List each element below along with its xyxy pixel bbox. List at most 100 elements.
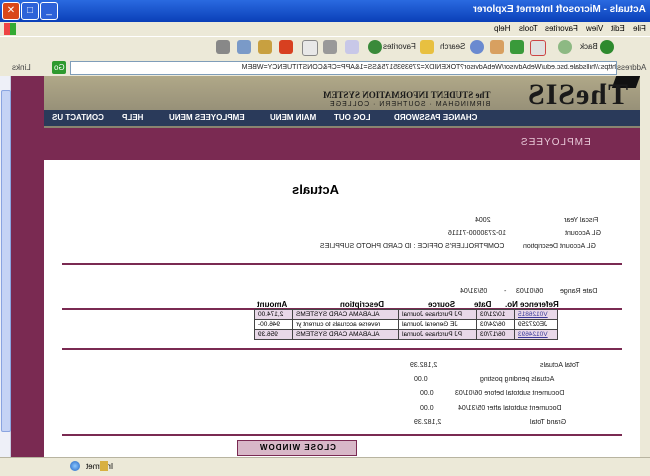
col-description: Description bbox=[340, 300, 385, 309]
subtotal-before-label: Document subtotal before 06/01/03 bbox=[455, 390, 565, 397]
history-icon[interactable] bbox=[368, 40, 382, 54]
divider bbox=[62, 348, 622, 350]
toolbar-extra-icon[interactable] bbox=[216, 40, 230, 54]
menu-view[interactable]: View bbox=[586, 24, 603, 33]
reference-cell: JE027259 bbox=[514, 319, 558, 330]
scrollbar-thumb[interactable] bbox=[1, 90, 11, 432]
mail-icon[interactable] bbox=[345, 40, 359, 54]
maximize-button[interactable]: □ bbox=[21, 2, 39, 20]
gl-desc-value: COMPTROLLER'S OFFICE : ID CARD PHOTO SUP… bbox=[320, 243, 505, 250]
gl-account-label: GL Account bbox=[565, 230, 601, 237]
fiscal-year-value: 2004 bbox=[475, 217, 491, 224]
amount-cell: 2,174.00 bbox=[254, 309, 293, 320]
nav-log-out[interactable]: LOG OUT bbox=[334, 113, 370, 122]
status-bar: Internet bbox=[0, 457, 650, 476]
col-source: Source bbox=[428, 300, 456, 309]
pending-value: 0.00 bbox=[414, 376, 428, 383]
nav-contact-us[interactable]: CONTACT US bbox=[52, 113, 104, 122]
source-cell: PJ Purchase Journal bbox=[398, 309, 478, 320]
favorites-star-icon[interactable] bbox=[420, 40, 434, 54]
search-icon[interactable] bbox=[470, 40, 484, 54]
site-subtitle: The STUDENT INFORMATION SYSTEM bbox=[322, 90, 490, 100]
table-row: 2,174.00 ALABAMA CARD SYSTEMS PJ Purchas… bbox=[254, 309, 558, 320]
source-cell: PJ Purchase Journal bbox=[398, 329, 478, 340]
total-actuals-value: 2,182.39 bbox=[410, 362, 438, 369]
nav-main-menu[interactable]: MAIN MENU bbox=[270, 113, 316, 122]
globe-icon bbox=[70, 461, 80, 471]
research-icon[interactable] bbox=[258, 40, 272, 54]
subtotal-after-value: 0.00 bbox=[420, 405, 434, 412]
description-cell: reverse accruals to current yr bbox=[291, 319, 400, 330]
nav-employees-menu[interactable]: EMPLOYEES MENU bbox=[169, 113, 245, 122]
menu-tools[interactable]: Tools bbox=[519, 24, 538, 33]
favorites-label[interactable]: Favorites bbox=[383, 42, 416, 51]
menu-file[interactable]: File bbox=[633, 24, 646, 33]
page-title: Actuals bbox=[292, 182, 339, 197]
date-range-label: Date Range bbox=[560, 288, 598, 295]
vertical-scrollbar[interactable] bbox=[0, 76, 11, 457]
toolbar: Back Search Favorites bbox=[0, 36, 650, 60]
address-bar: Address https://hillsdale.bsc.edu/WebAdv… bbox=[0, 59, 650, 76]
back-icon[interactable] bbox=[600, 40, 614, 54]
date-range-from: 06/01/03 bbox=[516, 288, 544, 295]
table-row: 946.00- reverse accruals to current yr J… bbox=[254, 319, 558, 330]
total-actuals-label: Total Actuals bbox=[540, 362, 580, 369]
print-icon[interactable] bbox=[323, 40, 337, 54]
subtotal-after-label: Document subtotal after 05/31/04 bbox=[458, 405, 562, 412]
amount-cell: 956.39 bbox=[254, 329, 293, 340]
gl-desc-label: GL Account Description bbox=[523, 243, 596, 250]
refresh-icon[interactable] bbox=[510, 40, 524, 54]
table-row: 956.39 ALABAMA CARD SYSTEMS PJ Purchase … bbox=[254, 329, 558, 340]
col-reference: Reference No. bbox=[505, 300, 559, 309]
menu-help[interactable]: Help bbox=[494, 24, 510, 33]
reference-link[interactable]: V0126815 bbox=[514, 309, 558, 320]
windows-logo-icon bbox=[4, 23, 16, 35]
college-name: BIRMINGHAM · SOUTHERN · COLLEGE bbox=[328, 101, 490, 108]
fiscal-year-label: Fiscal Year bbox=[564, 217, 599, 224]
site-logo: TheSIS bbox=[526, 78, 628, 111]
discuss-icon[interactable] bbox=[279, 40, 293, 54]
description-cell: ALABAMA CARD SYSTEMS bbox=[291, 309, 400, 320]
divider bbox=[62, 263, 622, 265]
transactions-table: 2,174.00 ALABAMA CARD SYSTEMS PJ Purchas… bbox=[254, 309, 558, 340]
go-button[interactable]: Go bbox=[52, 61, 66, 74]
home-icon[interactable] bbox=[490, 40, 504, 54]
messenger-icon[interactable] bbox=[237, 40, 251, 54]
date-range-to: 05/31/04 bbox=[460, 288, 488, 295]
pending-label: Actuals pending posting bbox=[480, 376, 555, 383]
site-nav: CONTACT US HELP EMPLOYEES MENU MAIN MENU… bbox=[44, 110, 640, 126]
menu-bar: File Edit View Favorites Tools Help bbox=[0, 22, 650, 36]
edit-icon[interactable] bbox=[302, 40, 318, 56]
subtotal-before-value: 0.00 bbox=[420, 390, 434, 397]
gl-account-value: 10-2730000-71116 bbox=[448, 230, 507, 237]
menu-favorites[interactable]: Favorites bbox=[545, 24, 578, 33]
window-title: Actuals - Microsoft Internet Explorer bbox=[473, 4, 646, 15]
forward-icon[interactable] bbox=[558, 40, 572, 54]
date-cell: 10/21/03 bbox=[476, 309, 516, 320]
stop-icon[interactable] bbox=[530, 40, 546, 56]
source-cell: JE General Journal bbox=[398, 319, 478, 330]
address-label: Address bbox=[616, 63, 646, 72]
nav-change-password[interactable]: CHANGE PASSWORD bbox=[394, 113, 477, 122]
back-label[interactable]: Back bbox=[580, 42, 598, 51]
title-bar: ✕ □ _ Actuals - Microsoft Internet Explo… bbox=[0, 0, 650, 22]
page-viewport: TheSIS The STUDENT INFORMATION SYSTEM BI… bbox=[0, 76, 640, 457]
lock-icon bbox=[100, 461, 108, 471]
address-input[interactable]: https://hillsdale.bsc.edu/WebAdvisor/Web… bbox=[70, 61, 617, 75]
grand-total-value: 2,182.39 bbox=[414, 419, 442, 426]
date-cell: 06/17/03 bbox=[476, 329, 516, 340]
search-label[interactable]: Search bbox=[440, 42, 465, 51]
amount-cell: 946.00- bbox=[254, 319, 293, 330]
close-window-button[interactable]: CLOSE WINDOW bbox=[237, 440, 357, 456]
col-date: Date bbox=[474, 300, 492, 309]
reference-link[interactable]: V0124693 bbox=[514, 329, 558, 340]
nav-help[interactable]: HELP bbox=[122, 113, 143, 122]
links-label[interactable]: Links bbox=[12, 63, 31, 72]
section-title: EMPLOYEES bbox=[520, 137, 591, 148]
grand-total-label: Grand Total bbox=[530, 419, 567, 426]
minimize-button[interactable]: _ bbox=[40, 2, 58, 20]
date-range-sep: - bbox=[504, 288, 507, 295]
menu-edit[interactable]: Edit bbox=[611, 24, 625, 33]
description-cell: ALABAMA CARD SYSTEMS bbox=[291, 329, 400, 340]
close-button[interactable]: ✕ bbox=[2, 2, 20, 20]
